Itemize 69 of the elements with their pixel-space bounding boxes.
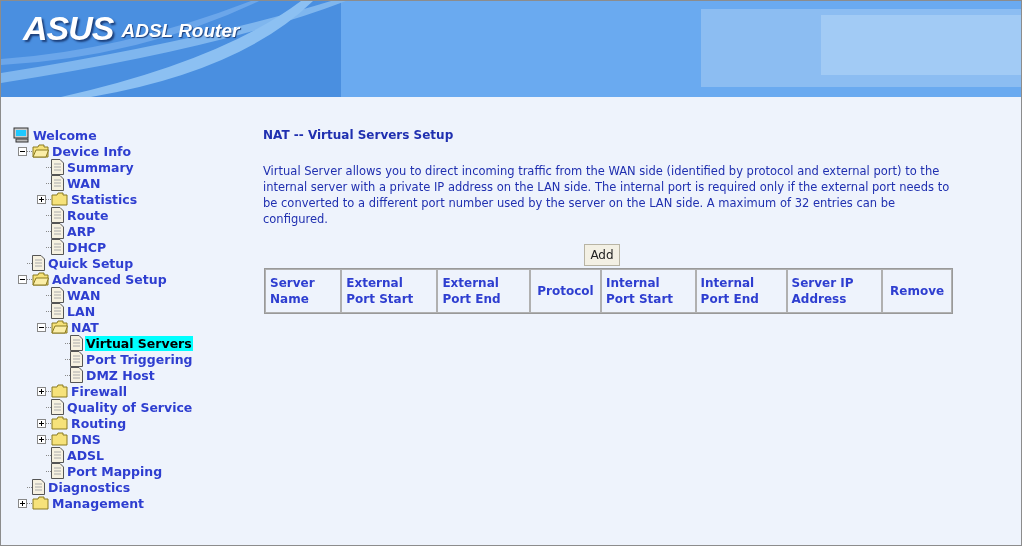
collapse-icon[interactable] [18,274,27,284]
page-icon [51,303,64,319]
tree-item[interactable]: ARP [66,223,97,239]
expand-icon[interactable] [37,434,46,444]
open-folder-icon [32,144,49,158]
open-folder-icon [32,272,49,286]
folder-icon [51,432,68,446]
folder-icon [51,192,68,206]
tree-item[interactable]: Port Mapping [66,463,164,479]
column-header: Server IP Address [786,269,883,313]
tree-item[interactable]: Quality of Service [66,399,194,415]
page-icon [51,287,64,303]
page-icon [70,367,83,383]
expand-icon[interactable] [37,194,46,204]
column-header: Protocol [529,269,602,313]
computer-icon [13,127,30,143]
page-icon [51,399,64,415]
column-header: Remove [882,269,952,313]
collapse-icon[interactable] [37,322,46,332]
tree-item[interactable]: Port Triggering [85,351,194,367]
page-icon [32,255,45,271]
tree-item[interactable]: WAN [66,287,102,303]
page-icon [51,159,64,175]
product-name: ADSL Router [121,20,240,43]
page-icon [70,335,83,351]
folder-icon [32,496,49,510]
description: Virtual Server allows you to direct incoming traffic from the WAN side (identified by protocol and external port) to the internal server with a private IP address on the LAN side. The internal port is required only if the external port needs to be converted to a different port number used by the server on the LAN side. A maximum of 32 entries can be configured. [263,163,951,227]
open-folder-icon [51,320,68,334]
page-title: NAT -- Virtual Servers Setup [263,128,455,142]
tree-item[interactable]: WAN [66,175,102,191]
tree-item[interactable]: NAT [70,319,100,335]
tree-item[interactable]: Diagnostics [47,479,132,495]
tree-item[interactable]: DHCP [66,239,108,255]
tree-item[interactable]: DNS [70,431,102,447]
tree-item[interactable]: Advanced Setup [51,271,168,287]
tree-item[interactable]: Summary [66,159,135,175]
tree-item[interactable]: Routing [70,415,128,431]
column-header: External Port End [437,269,530,313]
tree-item[interactable]: Management [51,495,145,511]
column-header: Server Name [265,269,342,313]
tree-item[interactable]: ADSL [66,447,106,463]
page-icon [51,223,64,239]
page-icon [51,463,64,479]
tree-item[interactable]: Quick Setup [47,255,135,271]
tree-item[interactable]: Welcome [32,127,98,143]
expand-icon[interactable] [37,418,46,428]
page-icon [51,207,64,223]
page-icon [70,351,83,367]
expand-icon[interactable] [18,498,27,508]
tree-item[interactable]: Firewall [70,383,129,399]
tree-item[interactable]: Statistics [70,191,139,207]
collapse-icon[interactable] [18,146,27,156]
page-icon [32,479,45,495]
column-header: Internal Port End [695,269,787,313]
tree-item[interactable]: Virtual Servers [85,335,193,351]
expand-icon[interactable] [37,386,46,396]
folder-icon [51,416,68,430]
page-icon [51,239,64,255]
tree-item[interactable]: DMZ Host [85,367,156,383]
tree-item[interactable]: LAN [66,303,97,319]
page-icon [51,175,64,191]
tree-item[interactable]: Device Info [51,143,133,159]
tree-item[interactable]: Route [66,207,110,223]
folder-icon [51,384,68,398]
page-icon [51,447,64,463]
column-header: External Port Start [341,269,438,313]
logo: ASUS [23,11,114,45]
add-button[interactable]: Add [584,244,620,266]
column-header: Internal Port Start [601,269,696,313]
